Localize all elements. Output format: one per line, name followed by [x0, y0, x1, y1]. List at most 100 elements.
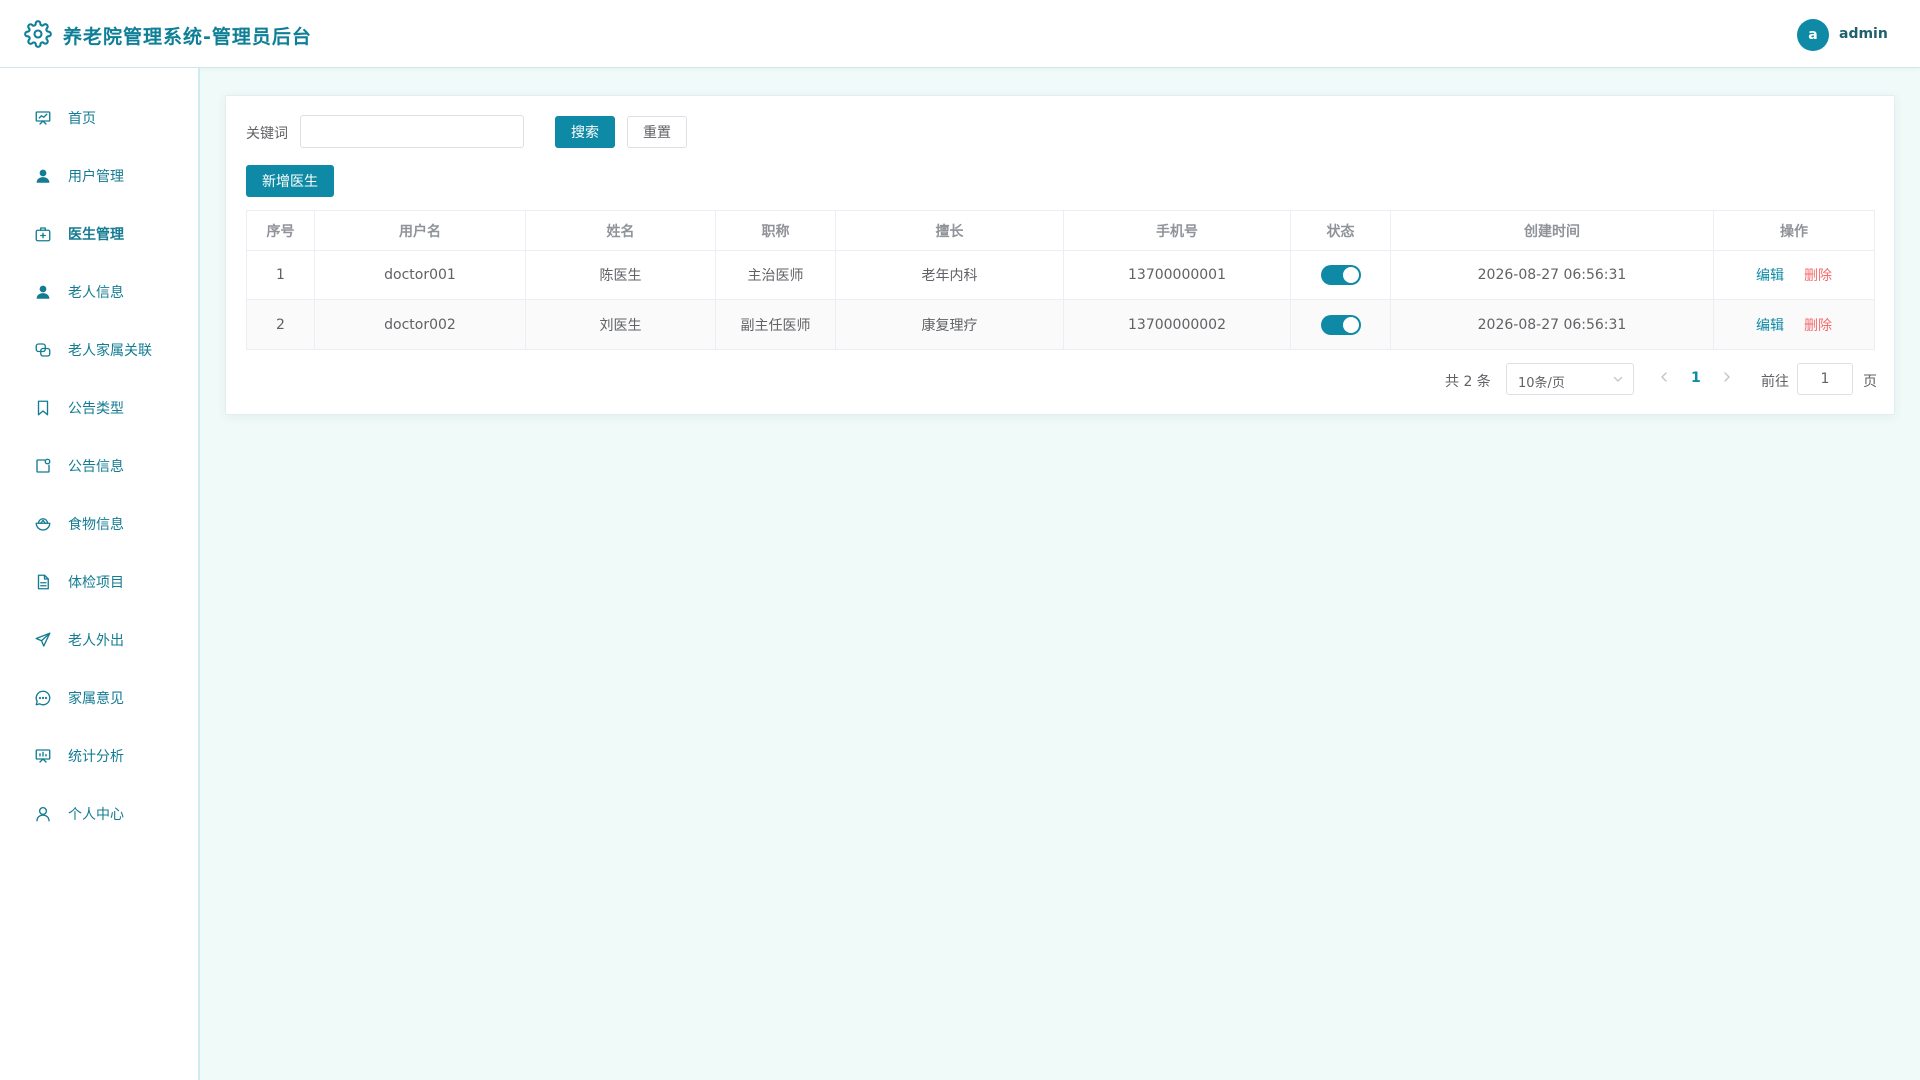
actions-cell: 编辑 删除	[1714, 251, 1874, 299]
gear-icon	[24, 20, 52, 48]
reset-button[interactable]: 重置	[627, 116, 687, 148]
link-icon	[35, 343, 51, 357]
document-icon	[37, 574, 49, 590]
status-cell	[1291, 251, 1391, 299]
top-header: 养老院管理系统-管理员后台 a admin	[0, 0, 1920, 68]
chart-board-icon	[35, 749, 51, 763]
created-time-cell: 2026-08-27 06:56:31	[1391, 300, 1714, 349]
sidebar-item-checkup[interactable]: 体检项目	[0, 552, 198, 610]
delete-link[interactable]: 删除	[1804, 265, 1832, 285]
sidebar-item-food[interactable]: 食物信息	[0, 494, 198, 552]
sidebar-item-label: 医生管理	[68, 227, 124, 243]
sidebar-item-label: 个人中心	[68, 807, 124, 823]
sidebar-item-outings[interactable]: 老人外出	[0, 610, 198, 668]
row-index: 2	[247, 300, 315, 349]
sidebar-item-label: 体检项目	[68, 575, 124, 591]
sidebar-item-label: 统计分析	[68, 749, 124, 765]
edit-link[interactable]: 编辑	[1756, 315, 1784, 335]
name-cell: 陈医生	[526, 251, 716, 299]
title-cell: 主治医师	[716, 251, 836, 299]
row-index: 1	[247, 251, 315, 299]
chevron-right-icon[interactable]	[1721, 370, 1733, 384]
page-size-value: 10条/页	[1518, 376, 1565, 391]
bookmark-icon	[37, 400, 49, 416]
sidebar-item-label: 老人信息	[68, 285, 124, 301]
toggle-knob	[1342, 267, 1359, 283]
phone-cell: 13700000002	[1064, 300, 1291, 349]
first-aid-kit-icon	[35, 227, 51, 242]
specialty-cell: 康复理疗	[836, 300, 1064, 349]
notice-icon	[36, 458, 51, 473]
sidebar-item-doctors[interactable]: 医生管理	[0, 204, 198, 262]
sidebar: 首页 用户管理 医生管理 老人信息 老人家属关联 公告类型 公告信息 食物信息 …	[0, 68, 200, 1080]
phone-cell: 13700000001	[1064, 251, 1291, 299]
table-row: 2 doctor002 刘医生 副主任医师 康复理疗 13700000002 2…	[247, 300, 1874, 349]
goto-page-input[interactable]	[1797, 363, 1853, 395]
table-header-row: 序号 用户名 姓名 职称 擅长 手机号 状态 创建时间 操作	[247, 211, 1874, 251]
status-cell	[1291, 300, 1391, 349]
content-card: 关键词 搜索 重置 新增医生 序号 用户名 姓名 职称 擅长 手机号 状态 创建…	[225, 95, 1895, 415]
delete-link[interactable]: 删除	[1804, 315, 1832, 335]
sidebar-item-label: 老人外出	[68, 633, 124, 649]
app-title: 养老院管理系统-管理员后台	[63, 26, 312, 48]
sidebar-item-label: 老人家属关联	[68, 343, 152, 359]
food-bowl-icon	[35, 518, 51, 531]
sidebar-item-statistics[interactable]: 统计分析	[0, 726, 198, 784]
sidebar-item-notice-types[interactable]: 公告类型	[0, 378, 198, 436]
column-header: 状态	[1291, 211, 1391, 250]
status-toggle[interactable]	[1320, 314, 1361, 335]
sidebar-item-label: 公告类型	[68, 401, 124, 417]
actions-cell: 编辑 删除	[1714, 300, 1874, 349]
sidebar-item-family-link[interactable]: 老人家属关联	[0, 320, 198, 378]
person-icon	[36, 806, 50, 822]
column-header: 擅长	[836, 211, 1064, 250]
page-size-select[interactable]: 10条/页	[1506, 363, 1634, 395]
sidebar-item-notices[interactable]: 公告信息	[0, 436, 198, 494]
title-cell: 副主任医师	[716, 300, 836, 349]
specialty-cell: 老年内科	[836, 251, 1064, 299]
page-number-current[interactable]: 1	[1691, 370, 1701, 386]
column-header: 序号	[247, 211, 315, 250]
username-label[interactable]: admin	[1839, 26, 1888, 42]
chevron-down-icon	[1613, 376, 1623, 382]
column-header: 手机号	[1064, 211, 1291, 250]
search-button[interactable]: 搜索	[555, 116, 615, 148]
goto-label: 前往	[1761, 374, 1789, 390]
column-header: 操作	[1780, 223, 1808, 240]
name-cell: 刘医生	[526, 300, 716, 349]
chat-icon	[35, 690, 51, 706]
send-icon	[35, 632, 51, 647]
column-header: 姓名	[526, 211, 716, 250]
user-icon	[36, 169, 50, 183]
sidebar-item-label: 食物信息	[68, 517, 124, 533]
keyword-label: 关键词	[246, 126, 288, 142]
avatar[interactable]: a	[1797, 19, 1829, 51]
doctor-table: 序号 用户名 姓名 职称 擅长 手机号 状态 创建时间 操作 1 doctor0…	[246, 210, 1875, 350]
chevron-left-icon[interactable]	[1658, 370, 1670, 384]
username-cell: doctor001	[315, 251, 526, 299]
username-cell: doctor002	[315, 300, 526, 349]
add-doctor-button[interactable]: 新增医生	[246, 165, 334, 197]
column-header: 职称	[716, 211, 836, 250]
column-header: 用户名	[315, 211, 526, 250]
edit-link[interactable]: 编辑	[1756, 265, 1784, 285]
sidebar-item-label: 家属意见	[68, 691, 124, 707]
sidebar-item-label: 用户管理	[68, 169, 124, 185]
pagination-total: 共 2 条	[1445, 374, 1491, 390]
sidebar-item-feedback[interactable]: 家属意见	[0, 668, 198, 726]
keyword-input[interactable]	[300, 115, 524, 148]
sidebar-item-home[interactable]: 首页	[0, 88, 198, 146]
created-time-cell: 2026-08-27 06:56:31	[1391, 251, 1714, 299]
sidebar-item-elderly-info[interactable]: 老人信息	[0, 262, 198, 320]
sidebar-item-label: 公告信息	[68, 459, 124, 475]
table-row: 1 doctor001 陈医生 主治医师 老年内科 13700000001 20…	[247, 251, 1874, 300]
sidebar-item-users[interactable]: 用户管理	[0, 146, 198, 204]
column-header: 创建时间	[1391, 211, 1714, 250]
sidebar-item-label: 首页	[68, 111, 96, 127]
sidebar-item-profile[interactable]: 个人中心	[0, 784, 198, 842]
user-icon	[36, 285, 50, 299]
dashboard-icon	[35, 111, 51, 125]
toggle-knob	[1342, 316, 1359, 333]
status-toggle[interactable]	[1320, 265, 1361, 285]
page-suffix-label: 页	[1863, 374, 1877, 390]
